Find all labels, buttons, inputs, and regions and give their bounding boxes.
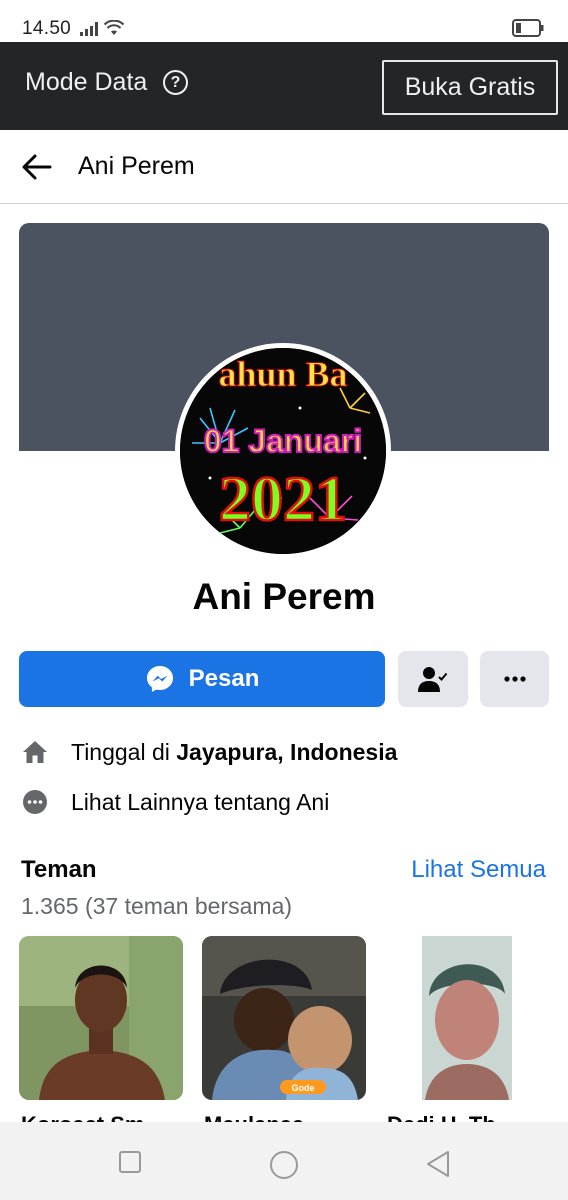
avatar-image: ahun Ba 01 Januari 2021 [180, 348, 386, 554]
message-button-label: Pesan [188, 665, 260, 692]
friends-title: Teman [21, 856, 97, 883]
friend-card-3[interactable] [385, 936, 549, 1100]
wifi-icon [104, 20, 124, 35]
back-triangle-icon[interactable] [425, 1150, 451, 1178]
profile-navbar: Ani Perem [0, 130, 568, 204]
info-lives-place: Jayapura, Indonesia [176, 738, 398, 765]
friend-check-icon [418, 667, 448, 692]
back-arrow-icon[interactable] [20, 150, 54, 184]
friend-card-1[interactable] [19, 936, 183, 1100]
friends-count: 1.365 (37 teman bersama) [21, 893, 293, 919]
ellipsis-icon [503, 676, 526, 682]
open-free-button[interactable]: Buka Gratis [382, 60, 558, 115]
recents-square-icon[interactable] [118, 1150, 142, 1174]
messenger-icon [146, 666, 173, 692]
info-lives-row: Tinggal di Jayapura, Indonesia [21, 736, 397, 768]
help-icon[interactable]: ? [163, 70, 188, 95]
info-see-more-text: Lihat Lainnya tentang Ani [71, 788, 330, 815]
profile-avatar[interactable]: ahun Ba 01 Januari 2021 [175, 343, 391, 559]
more-circle-icon [21, 788, 49, 816]
data-mode-label: Mode Data [25, 68, 148, 96]
home-circle-icon[interactable] [269, 1150, 299, 1180]
nav-title: Ani Perem [78, 152, 195, 180]
info-see-more-row[interactable]: Lihat Lainnya tentang Ani [21, 786, 329, 818]
info-lives-text: Tinggal di Jayapura, Indonesia [71, 738, 398, 765]
friend-photo-3 [385, 936, 549, 1100]
new-year-image: ahun Ba 01 Januari 2021 [180, 348, 386, 554]
status-time: 14.50 [22, 18, 72, 39]
home-icon [21, 738, 49, 766]
avatar-text-line3: 2021 [219, 463, 347, 534]
friend-photo-2: Gode [202, 936, 366, 1100]
message-button[interactable]: Pesan [19, 651, 385, 707]
friend-status-button[interactable] [398, 651, 468, 707]
avatar-text-line1: ahun Ba [218, 354, 347, 394]
system-nav-bar [0, 1122, 568, 1200]
battery-icon [512, 19, 544, 37]
data-mode-bar: Mode Data ? Buka Gratis [0, 42, 568, 130]
avatar-text-line2: 01 Januari [204, 423, 362, 459]
friend-photo-1 [19, 936, 183, 1100]
status-bar: 14.50 [0, 0, 568, 42]
more-options-button[interactable] [480, 651, 549, 707]
see-all-friends-link[interactable]: Lihat Semua [411, 856, 546, 884]
friend-photo-2-badge: Gode [291, 1083, 314, 1093]
signal-icon [80, 22, 98, 36]
friend-card-2[interactable]: Gode [202, 936, 366, 1100]
profile-name: Ani Perem [192, 576, 376, 617]
